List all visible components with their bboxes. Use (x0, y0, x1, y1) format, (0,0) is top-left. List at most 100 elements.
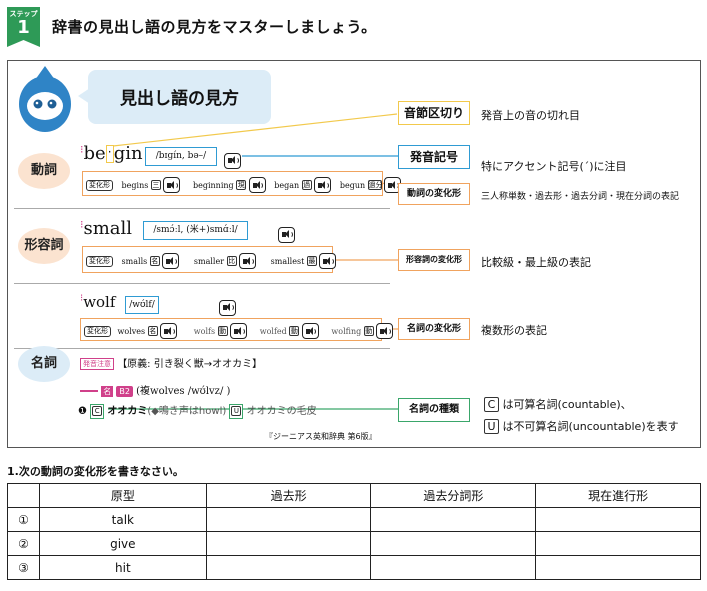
answer-past-participle-cell[interactable] (370, 507, 537, 532)
verb-form-3: began (274, 180, 300, 190)
verb-headword-b: gin (113, 143, 143, 164)
verb-form-2: beginning (192, 180, 234, 190)
annotation-noun-forms-desc: 複数形の表記 (481, 324, 547, 337)
adj-form-mark-1: 名 (149, 256, 160, 266)
table-header-num (7, 483, 40, 508)
noun-form-audio-3[interactable] (301, 323, 319, 339)
annotation-syllable-desc: 発音上の音の切れ目 (481, 109, 580, 122)
answer-present-progressive-cell[interactable] (535, 507, 701, 532)
adj-audio-icon[interactable] (278, 226, 296, 243)
exercise-instruction: 1.次の動詞の変化形を書きなさい。 (7, 465, 184, 478)
annotation-noun-type-c: C は可算名詞(countable)、 (484, 396, 632, 412)
table-header-present-progressive: 現在進行形 (535, 483, 701, 508)
adj-pron: /smɔ́ːl, (米+)smɑ́ːl/ (143, 221, 248, 240)
noun-sense-row: ❶ C オオカミ(◆鳴き声はhowl) U オオカミの毛皮 (78, 402, 317, 419)
noun-sense-u-box: U (229, 404, 244, 419)
answer-past-cell[interactable] (205, 531, 372, 556)
noun-origin-tag: 発音注意 (80, 358, 114, 370)
verb-form-audio-2[interactable] (248, 177, 266, 193)
answer-present-progressive-cell[interactable] (535, 555, 701, 580)
table-row: ① talk (7, 507, 701, 532)
entry-dash (80, 390, 98, 392)
noun-forms-tag: 変化形 (84, 325, 111, 337)
noun-headword: ⁝wolf (80, 293, 115, 311)
adj-headword: ⁝small (80, 218, 132, 239)
noun-form-audio-4[interactable] (376, 323, 394, 339)
verb-form-mark-3: 過 (301, 180, 312, 190)
verb-pron: /bɪɡín, bə–/ (145, 147, 217, 166)
verb-headword-a: be (83, 143, 106, 164)
annotation-verb-forms-desc: 三人称単数・過去形・過去分詞・現在分詞の表記 (481, 192, 680, 202)
noun-form-2: wolfs (193, 326, 216, 336)
row-base-word: hit (38, 555, 207, 580)
adj-form-2: smaller (193, 256, 225, 266)
noun-plural: (複wolves /wʊ́lvz/ ) (136, 386, 231, 397)
table-header-row: 原型 過去形 過去分詞形 現在進行形 (7, 483, 701, 508)
noun-type-u-desc: は不可算名詞(uncountable)を表す (502, 420, 679, 433)
annotation-syllable-label: 音節区切り (398, 101, 470, 125)
adj-forms-tag: 変化形 (86, 255, 113, 267)
noun-form-mark-2: 動 (217, 326, 228, 336)
verb-audio-icon[interactable] (224, 152, 241, 169)
noun-form-audio-1[interactable] (160, 323, 178, 339)
divider-verb (14, 208, 390, 209)
noun-form-mark-3: 動 (289, 326, 300, 336)
noun-form-3: wolfed (259, 326, 287, 336)
noun-form-4: wolfing (331, 326, 362, 336)
answer-past-cell[interactable] (205, 507, 372, 532)
row-number: ③ (7, 555, 40, 580)
noun-type-c-mark: C (484, 397, 499, 412)
adj-form-3: smallest (270, 256, 305, 266)
row-base-word: give (38, 531, 207, 556)
verb-form-mark-2: 現 (236, 180, 247, 190)
category-noun: 名詞 (18, 346, 70, 382)
noun-headword-text: wolf (83, 293, 116, 311)
verb-headword: ⁝be · gin (80, 143, 143, 164)
noun-form-1: wolves (117, 326, 146, 336)
annotation-noun-type-u: U は不可算名詞(uncountable)を表す (484, 418, 679, 434)
source-citation: 『ジーニアス英和辞典 第6版』 (265, 432, 377, 441)
noun-entry-row: 名 B2 (複wolves /wʊ́lvz/ ) (80, 382, 230, 397)
noun-forms-row: 変化形 wolves 名 wolfs 動 wolfed 動 wolfing 動 (84, 323, 394, 339)
table-header-past-participle: 過去分詞形 (370, 483, 537, 508)
noun-form-mark-4: 動 (363, 326, 374, 336)
table-row: ② give (7, 531, 701, 556)
noun-sense-note: (◆鳴き声はhowl) (147, 406, 227, 417)
noun-pron: /wʊ́lf/ (125, 296, 159, 314)
noun-form-audio-2[interactable] (230, 323, 248, 339)
verb-form-mark-1: 三 (150, 180, 161, 190)
exercise-table: 原型 過去形 過去分詞形 現在進行形 ① talk ② give ③ hit (7, 483, 701, 580)
syllable-divider: · (105, 145, 114, 163)
noun-type-c-desc: は可算名詞(countable)、 (502, 398, 632, 411)
noun-form-mark-1: 名 (147, 326, 158, 336)
verb-form-mark-4: 過分 (367, 180, 383, 190)
answer-past-participle-cell[interactable] (370, 555, 537, 580)
adj-form-audio-2[interactable] (239, 253, 257, 269)
verb-form-1: begins (121, 180, 149, 190)
answer-past-participle-cell[interactable] (370, 531, 537, 556)
table-row: ③ hit (7, 555, 701, 580)
answer-past-cell[interactable] (205, 555, 372, 580)
noun-type-u-mark: U (484, 419, 499, 434)
noun-sense-c-box: C (90, 404, 105, 419)
adj-form-audio-3[interactable] (319, 253, 337, 269)
verb-form-audio-3[interactable] (314, 177, 332, 193)
annotation-pron-desc: 特にアクセント記号(´)に注目 (481, 160, 627, 173)
row-number: ② (7, 531, 40, 556)
answer-present-progressive-cell[interactable] (535, 531, 701, 556)
noun-sense-number: ❶ (78, 406, 87, 417)
noun-sense-main: オオカミ (107, 406, 148, 417)
adj-forms-row: 変化形 smalls 名 smaller 比 smallest 最 (86, 253, 337, 269)
verb-form-audio-1[interactable] (163, 177, 181, 193)
divider-adj (14, 283, 390, 284)
noun-sense-c: C (92, 406, 103, 416)
noun-audio-icon[interactable] (219, 299, 237, 316)
noun-sense-u: U (231, 406, 242, 416)
verb-forms-row: 変化形 begins 三 beginning 現 began 過 begun 過… (86, 177, 402, 193)
adj-form-audio-1[interactable] (162, 253, 180, 269)
table-header-base: 原型 (38, 483, 207, 508)
category-verb: 動詞 (18, 153, 70, 189)
annotation-pron-label: 発音記号 (398, 145, 470, 169)
verb-form-4: begun (339, 180, 366, 190)
table-header-past: 過去形 (205, 483, 372, 508)
